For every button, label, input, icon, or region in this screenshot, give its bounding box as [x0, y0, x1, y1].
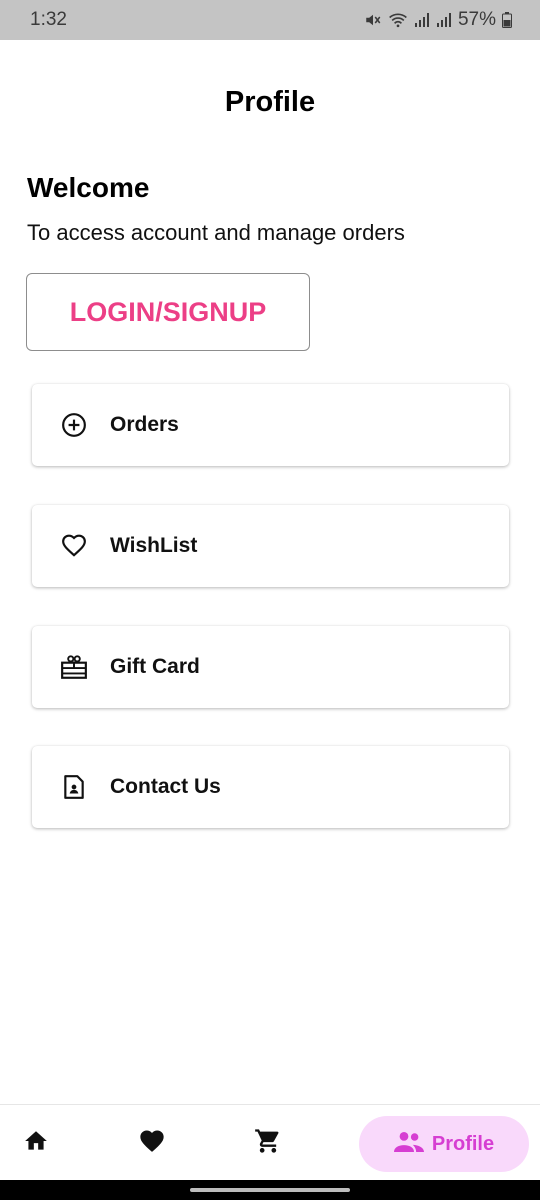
heart-icon: [138, 1127, 166, 1160]
bottom-nav: Profile: [0, 1104, 540, 1180]
menu-item-wishlist[interactable]: WishList: [32, 505, 509, 587]
menu-item-gift-card[interactable]: Gift Card: [32, 626, 509, 708]
signal-icon: [414, 12, 430, 28]
menu-item-orders[interactable]: Orders: [32, 384, 509, 466]
system-gesture-bar: [0, 1180, 540, 1200]
menu-item-label: Gift Card: [110, 655, 200, 678]
welcome-title: Welcome: [27, 172, 150, 203]
people-icon: [393, 1130, 424, 1159]
gift-card-icon: [60, 653, 88, 681]
nav-wishlist[interactable]: [116, 1105, 188, 1181]
wifi-icon: [388, 11, 408, 29]
menu-item-contact-us[interactable]: Contact Us: [32, 746, 509, 828]
nav-cart[interactable]: [232, 1105, 304, 1181]
signal-icon: [436, 12, 452, 28]
gesture-handle[interactable]: [190, 1188, 350, 1192]
login-signup-button[interactable]: LOGIN/SIGNUP: [26, 273, 310, 351]
nav-profile[interactable]: Profile: [359, 1116, 529, 1172]
mute-icon: [364, 11, 382, 29]
menu-item-label: Contact Us: [110, 775, 221, 798]
status-bar: 1:32 57%: [0, 0, 540, 40]
page-title: Profile: [224, 86, 316, 118]
status-icons: 57%: [364, 9, 512, 31]
home-icon: [23, 1128, 49, 1159]
menu-item-label: WishList: [110, 534, 198, 557]
menu-item-label: Orders: [110, 413, 179, 436]
welcome-subtitle: To access account and manage orders: [27, 220, 405, 245]
battery-icon: [502, 12, 512, 28]
status-time: 1:32: [30, 9, 67, 30]
nav-profile-label: Profile: [431, 1132, 495, 1155]
battery-percent: 57%: [457, 9, 496, 30]
plus-circle-icon: [60, 411, 88, 439]
heart-outline-icon: [60, 532, 88, 560]
nav-home[interactable]: [0, 1105, 72, 1181]
cart-icon: [254, 1127, 282, 1160]
contact-document-icon: [60, 773, 88, 801]
